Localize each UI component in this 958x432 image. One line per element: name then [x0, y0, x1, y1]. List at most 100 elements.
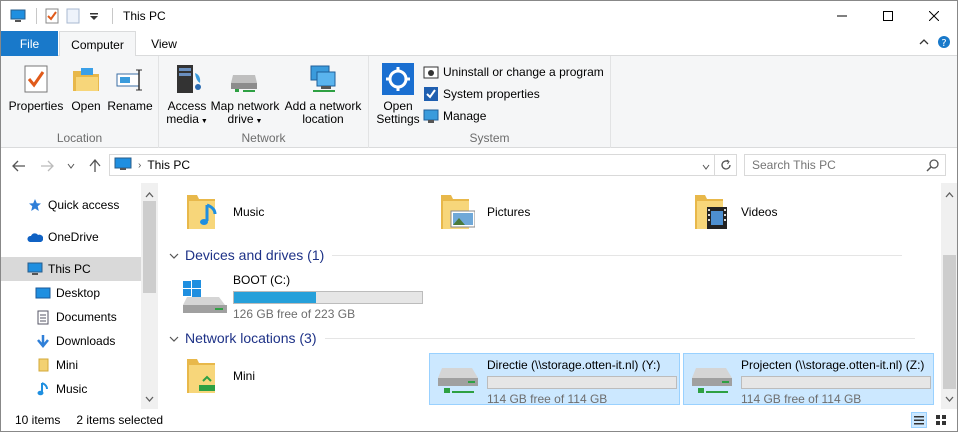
search-icon[interactable]: [926, 159, 939, 175]
content-scroll-thumb[interactable]: [943, 255, 956, 389]
nav-item-downloads[interactable]: Downloads: [1, 329, 141, 353]
folder-icon: [35, 357, 51, 373]
manage-button[interactable]: Manage: [423, 108, 486, 124]
rename-button[interactable]: Rename: [107, 62, 153, 113]
access-media-button[interactable]: Access media ▼: [163, 62, 211, 128]
chevron-down-icon: [169, 247, 179, 263]
item-count: 10 items: [15, 413, 61, 427]
computer-icon: [9, 7, 27, 25]
tab-file[interactable]: File: [1, 31, 58, 56]
open-settings-button[interactable]: Open Settings: [373, 62, 423, 126]
network-drive-projecten-z[interactable]: Projecten (\\storage.otten-it.nl) (Z:) 1…: [683, 353, 934, 406]
group-location: Properties Open Rename Location: [1, 56, 159, 148]
nav-item-this-pc[interactable]: This PC: [1, 257, 141, 281]
network-drive-icon: [436, 362, 480, 399]
window-title: This PC: [123, 9, 166, 23]
properties-icon[interactable]: [43, 7, 61, 25]
minimize-button[interactable]: [819, 1, 865, 31]
search-input[interactable]: [752, 158, 922, 172]
download-arrow-icon: [35, 333, 51, 349]
customize-qat-icon[interactable]: [85, 7, 103, 25]
forward-arrow-icon[interactable]: [39, 158, 55, 174]
nav-item-documents[interactable]: Documents: [1, 305, 141, 329]
search-box[interactable]: [744, 154, 946, 176]
drive-label: Projecten (\\storage.otten-it.nl) (Z:): [741, 358, 925, 372]
star-icon: [27, 197, 43, 213]
folder-music[interactable]: Music: [185, 191, 264, 233]
pictures-folder-icon: [441, 195, 475, 229]
drive-free-space: 126 GB free of 223 GB: [233, 307, 356, 321]
scroll-down-icon[interactable]: [145, 391, 154, 405]
nav-scrollbar[interactable]: [141, 183, 158, 409]
nav-item-quick-access[interactable]: Quick access: [1, 193, 141, 217]
collapse-ribbon-icon[interactable]: [919, 35, 929, 52]
section-devices-and-drives[interactable]: Devices and drives (1): [169, 247, 903, 263]
details-view-icon[interactable]: [911, 412, 927, 428]
computer-icon: [27, 261, 43, 277]
manage-icon: [423, 108, 439, 124]
document-icon: [35, 309, 51, 325]
system-properties-button[interactable]: System properties: [423, 86, 540, 102]
drive-usage-bar: [233, 291, 423, 304]
content-scrollbar[interactable]: [941, 183, 957, 409]
address-box[interactable]: › This PC: [109, 154, 737, 176]
folder-videos[interactable]: Videos: [693, 191, 777, 233]
network-location-icon: [310, 65, 336, 92]
navigation-pane: Quick access OneDrive This PC Desktop Do…: [1, 183, 159, 409]
recent-locations-icon[interactable]: [63, 158, 79, 174]
tab-computer[interactable]: Computer: [59, 31, 136, 57]
drive-free-space: 114 GB free of 114 GB: [741, 392, 862, 406]
content-pane: Music Pictures Videos Devices and drives…: [161, 183, 940, 409]
network-drive-directie-y[interactable]: Directie (\\storage.otten-it.nl) (Y:) 11…: [429, 353, 680, 406]
network-drive-icon: [231, 75, 257, 92]
open-button[interactable]: Open: [67, 62, 105, 113]
tab-view[interactable]: View: [137, 31, 191, 56]
drive-boot-c[interactable]: BOOT (C:) 126 GB free of 223 GB: [181, 273, 441, 321]
settings-gear-icon: [382, 63, 414, 95]
uninstall-program-button[interactable]: Uninstall or change a program: [423, 64, 604, 80]
back-arrow-icon[interactable]: [11, 158, 27, 174]
nav-scroll-thumb[interactable]: [143, 201, 156, 293]
add-network-location-button[interactable]: Add a network location: [283, 62, 363, 126]
drive-label: Directie (\\storage.otten-it.nl) (Y:): [487, 358, 661, 372]
scroll-up-icon[interactable]: [945, 187, 954, 201]
nav-item-desktop[interactable]: Desktop: [1, 281, 141, 305]
ribbon-tabs: File Computer View ?: [1, 31, 957, 57]
chevron-down-icon: [169, 330, 179, 346]
up-arrow-icon[interactable]: [87, 158, 103, 174]
close-button[interactable]: [911, 1, 957, 31]
videos-folder-icon: [695, 195, 727, 229]
help-icon[interactable]: ?: [937, 35, 951, 52]
computer-icon: [114, 157, 132, 174]
nav-item-onedrive[interactable]: OneDrive: [1, 225, 141, 249]
cloud-icon: [27, 229, 43, 245]
nav-item-mini[interactable]: Mini: [1, 353, 141, 377]
breadcrumb-this-pc[interactable]: This PC: [147, 158, 190, 172]
system-properties-icon: [423, 86, 439, 102]
network-folder-mini[interactable]: Mini: [185, 355, 255, 397]
network-folder-icon: [187, 359, 215, 393]
large-icons-view-icon[interactable]: [933, 412, 949, 428]
chevron-down-icon[interactable]: [702, 159, 710, 173]
scroll-up-icon[interactable]: [145, 187, 154, 201]
properties-button[interactable]: Properties: [7, 62, 65, 113]
section-network-locations[interactable]: Network locations (3): [169, 330, 915, 346]
rename-icon: [116, 69, 142, 91]
explorer-window: This PC File Computer View ? Properties …: [0, 0, 958, 432]
map-network-drive-button[interactable]: Map network drive ▼: [209, 62, 281, 128]
media-server-icon: [177, 65, 201, 93]
scroll-down-icon[interactable]: [945, 391, 954, 405]
music-note-icon: [35, 381, 51, 397]
title-bar: This PC: [1, 1, 957, 31]
quick-access-toolbar: This PC: [1, 1, 166, 31]
folder-pictures[interactable]: Pictures: [439, 191, 530, 233]
drive-free-space: 114 GB free of 114 GB: [487, 392, 608, 406]
maximize-button[interactable]: [865, 1, 911, 31]
drive-usage-bar: [487, 376, 677, 389]
status-bar: 10 items 2 items selected: [1, 409, 957, 431]
nav-item-music[interactable]: Music: [1, 377, 141, 401]
svg-text:?: ?: [941, 38, 946, 49]
refresh-icon[interactable]: [714, 155, 736, 175]
address-bar-row: › This PC: [1, 149, 957, 183]
new-folder-icon[interactable]: [64, 7, 82, 25]
